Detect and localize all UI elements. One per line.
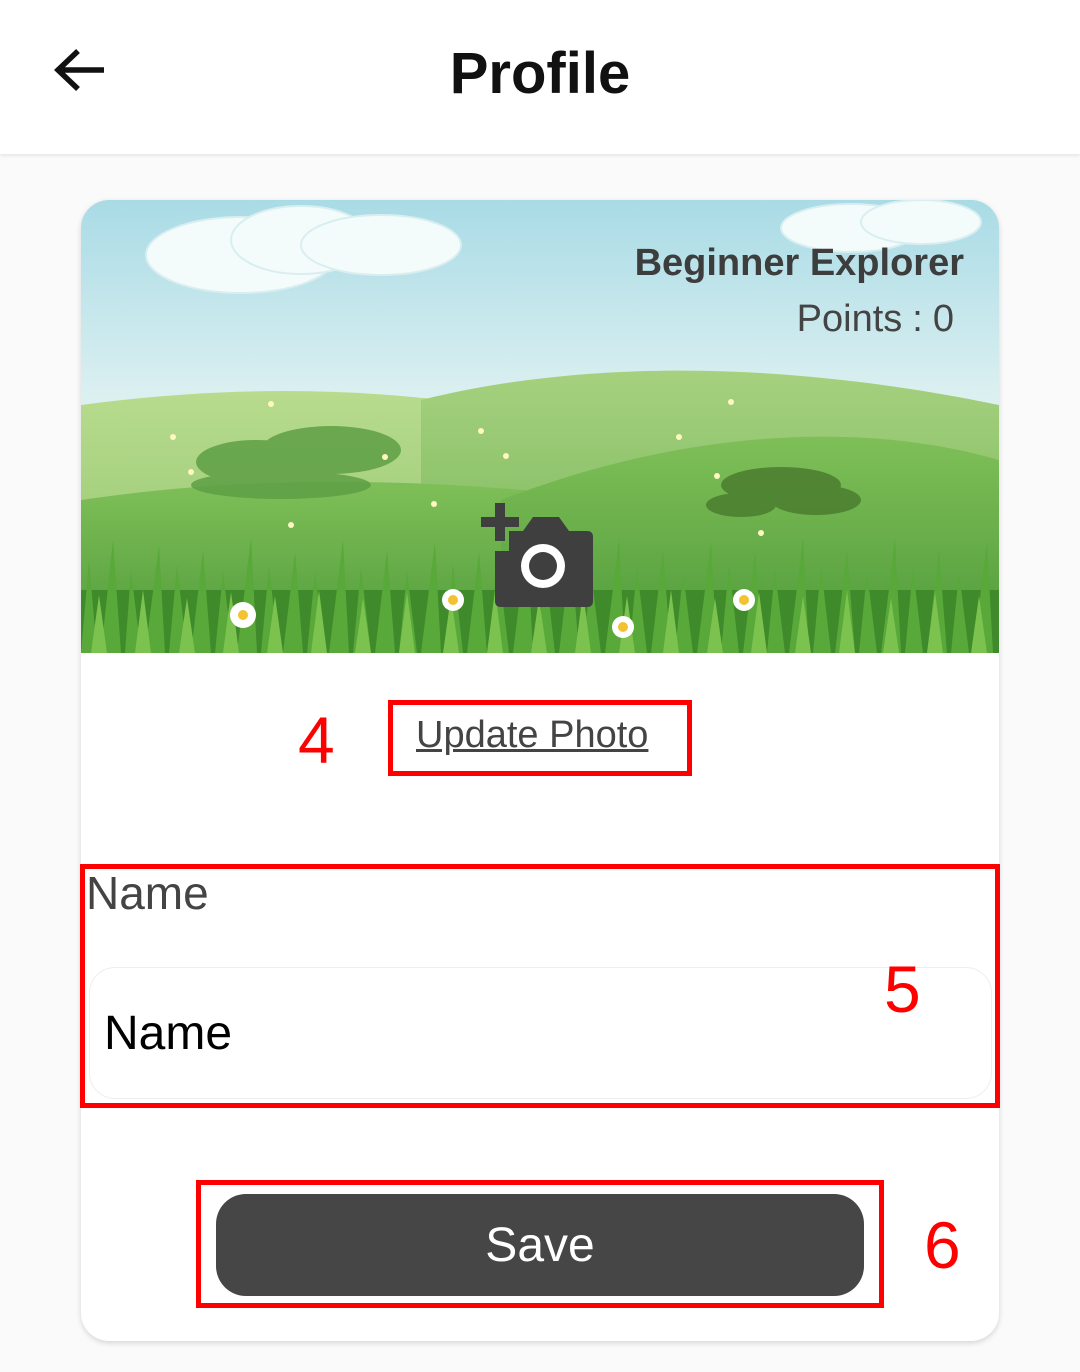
points-label: Points [796, 298, 903, 340]
app-bar: Profile [0, 0, 1080, 154]
annotation-box-4 [388, 700, 692, 776]
annotation-number-6: 6 [924, 1208, 961, 1282]
annotation-number-4: 4 [298, 703, 335, 777]
points-separator: : [912, 298, 923, 340]
add-photo-button[interactable] [479, 503, 597, 607]
page-title: Profile [449, 41, 631, 106]
annotation-box-5 [80, 864, 1000, 1108]
annotation-number-5: 5 [884, 952, 921, 1026]
profile-banner-image: Beginner Explorer Points:0 [81, 200, 999, 653]
annotation-box-6 [196, 1180, 884, 1308]
points-display: Points:0 [797, 298, 954, 341]
add-photo-camera-icon [479, 503, 597, 607]
points-value: 0 [932, 298, 954, 340]
level-title: Beginner Explorer [634, 242, 964, 284]
